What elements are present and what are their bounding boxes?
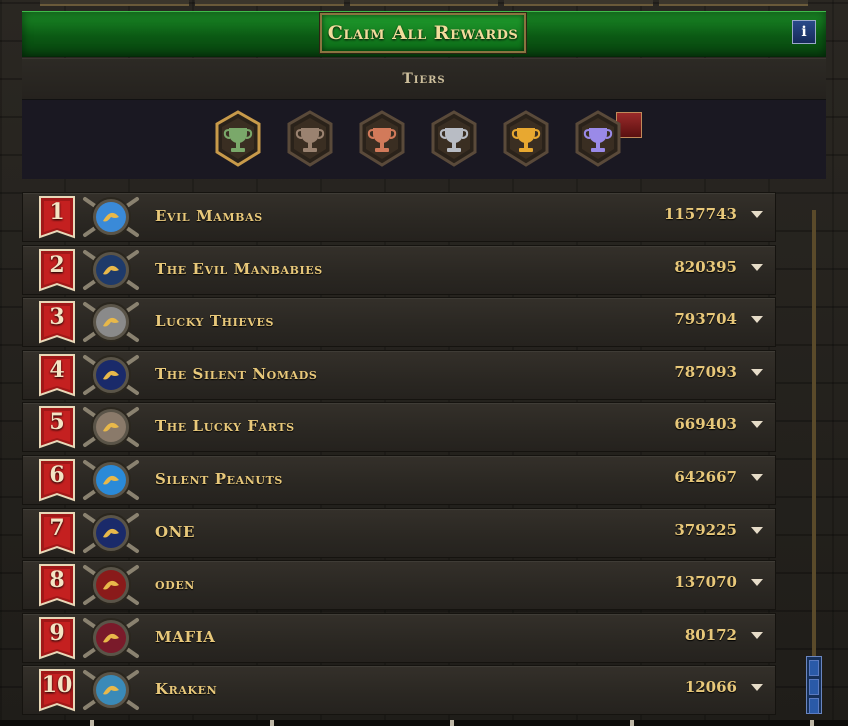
guild-name: The Lucky Farts [155,417,295,436]
chevron-down-icon[interactable] [751,263,763,271]
info-button[interactable]: i [792,20,816,44]
guild-name: Lucky Thieves [155,312,274,331]
serpent-emblem-icon [81,193,141,241]
top-tab[interactable] [194,0,344,6]
leaderboard-row[interactable]: 6 Silent Peanuts 642667 [22,455,776,505]
guild-score: 669403 [674,415,737,434]
scrollbar-track[interactable] [812,210,816,710]
rank-number: 7 [49,514,65,541]
guild-score: 793704 [674,310,737,329]
game-screen: Claim All Rewards i Tiers 1 Evil Mambas 11… [0,0,848,726]
chevron-down-icon[interactable] [751,368,763,376]
trophy-silver-icon[interactable] [430,110,478,168]
bird-emblem-icon [81,351,141,399]
trophy-green-icon[interactable] [214,110,262,168]
guild-name: oden [155,575,195,594]
leaderboard-list: 1 Evil Mambas 1157743 2 The Evil Manbabies 82… [22,190,776,726]
rank-number: 4 [49,356,65,383]
guild-score: 1157743 [663,205,737,223]
claim-all-rewards-button[interactable]: Claim All Rewards [320,13,526,53]
chevron-down-icon[interactable] [751,526,763,534]
leaderboard-row[interactable]: 9 MAFIA 80172 [22,612,776,663]
helmet-emblem-icon [81,561,141,609]
top-tab[interactable] [659,0,808,6]
leaderboard-row[interactable]: 4 The Silent Nomads 787093 [22,349,776,400]
scrollbar-thumb[interactable] [806,656,822,714]
ram-emblem-icon [81,403,141,451]
fleur-emblem-icon [81,298,141,346]
rank-number: 3 [49,304,65,331]
rank-number: 8 [49,567,65,594]
top-tab[interactable] [504,0,654,6]
kraken-emblem-icon [81,666,141,714]
guild-name: MAFIA [155,627,216,646]
tiers-panel: Tiers [22,58,826,179]
leaderboard-row[interactable]: 7 ONE 379225 [22,507,776,558]
guild-score: 642667 [674,468,737,486]
eagle-emblem-icon [81,456,141,504]
leaderboard-row[interactable]: 8 oden 137070 [22,560,776,611]
bird-emblem-icon [81,509,141,557]
top-tab-strip [0,0,848,6]
chevron-down-icon[interactable] [751,211,763,218]
tiers-row [22,100,826,180]
leaderboard-row[interactable]: 10 Kraken 12066 [22,665,776,716]
serpent-emblem-icon [81,246,141,294]
rank-number: 1 [49,199,65,225]
leaderboard-row[interactable]: 1 Evil Mambas 1157743 [22,192,776,242]
guild-name: Kraken [155,680,218,699]
chevron-down-icon[interactable] [751,579,763,587]
guild-name: The Silent Nomads [155,364,318,383]
rank-number: 5 [49,409,65,436]
tiers-title: Tiers [22,59,826,100]
guild-score: 820395 [674,257,737,276]
chevron-down-icon[interactable] [751,684,763,692]
chevron-down-icon[interactable] [751,631,763,639]
rank-number: 9 [49,619,65,646]
guild-name: ONE [155,522,196,541]
guild-score: 379225 [674,520,737,539]
top-tab[interactable] [349,0,499,6]
guild-score: 80172 [684,625,737,644]
leaderboard-row[interactable]: 2 The Evil Manbabies 820395 [22,244,776,295]
guild-score: 12066 [684,678,737,697]
guild-name: Silent Peanuts [155,470,283,488]
leaderboard-row[interactable]: 5 The Lucky Farts 669403 [22,402,776,453]
rank-number: 10 [41,672,73,699]
trophy-bronze-dark-icon[interactable] [286,110,334,168]
claim-bar: Claim All Rewards i [22,11,826,57]
guild-name: The Evil Manbabies [155,259,323,278]
trophy-copper-icon[interactable] [358,110,406,168]
guild-score: 787093 [674,362,737,381]
guild-score: 137070 [674,573,737,592]
top-tab[interactable] [40,0,189,6]
bottom-strip [0,720,848,726]
guild-name: Evil Mambas [155,207,263,225]
trophy-purple-icon[interactable] [574,110,622,168]
chevron-down-icon[interactable] [751,474,763,481]
leaderboard-row[interactable]: 3 Lucky Thieves 793704 [22,297,776,348]
chevron-down-icon[interactable] [751,316,763,324]
axe-emblem-icon [81,614,141,662]
rank-number: 2 [49,251,65,278]
rank-number: 6 [49,462,65,488]
chevron-down-icon[interactable] [751,421,763,429]
trophy-gold-icon[interactable] [502,110,550,168]
